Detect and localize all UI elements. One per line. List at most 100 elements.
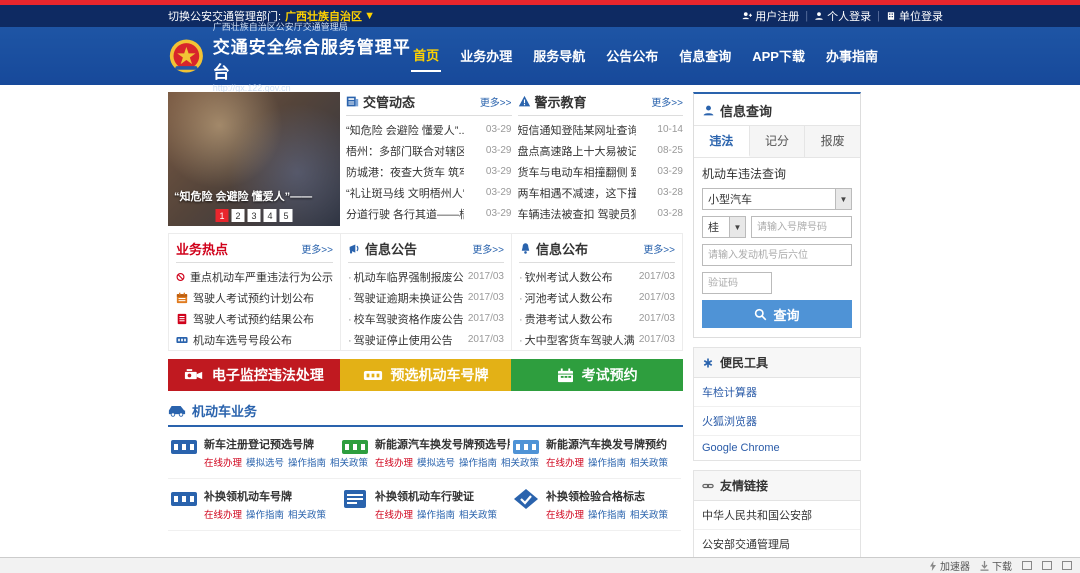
service-link[interactable]: 操作指南: [588, 455, 626, 469]
hotspot-item[interactable]: 驾驶人考试预约计划公布: [176, 287, 333, 308]
personal-login-link[interactable]: 个人登录: [814, 8, 871, 24]
calendar-icon: [557, 368, 574, 383]
captcha-input[interactable]: [702, 272, 772, 294]
hotspot-item[interactable]: 机动车选号号段公布: [176, 329, 333, 350]
friendly-link[interactable]: 公安部交通管理局: [694, 530, 860, 559]
service-link[interactable]: 操作指南: [588, 507, 626, 521]
refresh-icon[interactable]: [1062, 561, 1072, 570]
service-link[interactable]: 在线办理: [546, 455, 584, 469]
service-link[interactable]: 相关政策: [459, 507, 497, 521]
announcement-item[interactable]: ·贵港考试人数公布2017/03: [519, 308, 675, 329]
notice-item[interactable]: ·校车驾驶资格作废公告2017/03: [348, 308, 504, 329]
service-newenergy-preselect-plate[interactable]: 新能源汽车换发号牌预选号牌 在线办理 模拟选号 操作指南 相关政策: [339, 427, 510, 479]
service-link[interactable]: 模拟选号: [246, 455, 284, 469]
carousel-page-1[interactable]: 1: [216, 209, 229, 222]
announcement-item[interactable]: ·大中型客货车驾驶人满分公布2017/03: [519, 329, 675, 350]
building-icon: [886, 11, 896, 21]
service-replace-plate[interactable]: 补换领机动车号牌 在线办理 操作指南 相关政策: [168, 479, 339, 531]
nav-announcements[interactable]: 公告公布: [604, 42, 660, 71]
banner-exam-appointment[interactable]: 考试预约: [511, 359, 683, 391]
service-replace-inspection-mark[interactable]: 补换领检验合格标志 在线办理 操作指南 相关政策: [510, 479, 681, 531]
service-link[interactable]: 在线办理: [546, 507, 584, 521]
more-link[interactable]: 更多>>: [643, 241, 675, 256]
tool-link[interactable]: Google Chrome: [694, 436, 860, 460]
service-link[interactable]: 操作指南: [459, 455, 497, 469]
engine-number-input[interactable]: [702, 244, 852, 266]
user-register-link[interactable]: 用户注册: [742, 8, 799, 24]
service-link[interactable]: 操作指南: [288, 455, 326, 469]
more-link[interactable]: 更多>>: [480, 94, 512, 109]
query-submit-button[interactable]: 查询: [702, 300, 852, 328]
news-item[interactable]: 梧州：多部门联合对辖区幼...03-29: [346, 140, 512, 161]
news-item[interactable]: 车辆违法被查扣 驾驶员犯糊...03-28: [518, 203, 684, 224]
nav-info-query[interactable]: 信息查询: [677, 42, 733, 71]
service-title: 新车注册登记预选号牌: [204, 436, 339, 452]
nav-service-guide[interactable]: 服务导航: [531, 42, 587, 71]
service-link[interactable]: 模拟选号: [417, 455, 455, 469]
banner-preselect-plate[interactable]: 预选机动车号牌: [340, 359, 512, 391]
service-link[interactable]: 操作指南: [417, 507, 455, 521]
sidebar: 信息查询 违法 记分 报废 机动车违法查询 小型汽车 ▼ 桂: [693, 92, 861, 573]
more-link[interactable]: 更多>>: [301, 241, 333, 256]
carousel[interactable]: “知危险 会避险 懂爱人”—— 1 2 3 4 5: [168, 92, 340, 226]
banner-electronic-monitoring[interactable]: 电子监控违法处理: [168, 359, 340, 391]
nav-app-download[interactable]: APP下载: [750, 42, 807, 71]
hotspot-item[interactable]: 重点机动车严重违法行为公示: [176, 266, 333, 287]
province-select[interactable]: 桂 ▼: [702, 216, 746, 238]
news-item[interactable]: 货车与电动车相撞翻侧 致...03-29: [518, 161, 684, 182]
news-item[interactable]: 分道行驶 各行其道——梧州...03-29: [346, 203, 512, 224]
brand[interactable]: 广西壮族自治区公安厅交通管理局 交通安全综合服务管理平台 http://gx.1…: [168, 20, 411, 93]
carousel-page-5[interactable]: 5: [280, 209, 293, 222]
announcement-item[interactable]: ·钦州考试人数公布2017/03: [519, 266, 675, 287]
carousel-page-3[interactable]: 3: [248, 209, 261, 222]
screenshot-icon[interactable]: [1042, 561, 1052, 570]
unit-login-link[interactable]: 单位登录: [886, 8, 943, 24]
service-link[interactable]: 相关政策: [630, 507, 668, 521]
service-link[interactable]: 在线办理: [375, 455, 413, 469]
news-item[interactable]: “礼让斑马线 文明梧州人”...03-29: [346, 182, 512, 203]
person-icon: [814, 11, 824, 21]
nav-home[interactable]: 首页: [411, 41, 441, 72]
service-link[interactable]: 相关政策: [630, 455, 668, 469]
vehicle-type-select[interactable]: 小型汽车 ▼: [702, 188, 852, 210]
service-link[interactable]: 在线办理: [204, 455, 242, 469]
news-item[interactable]: 两车相遇不减速，这下撞得...03-28: [518, 182, 684, 203]
plate-number-input[interactable]: [751, 216, 852, 238]
window-panel-icon[interactable]: [1022, 561, 1032, 570]
notice-item[interactable]: ·驾驶证停止使用公告2017/03: [348, 329, 504, 350]
tab-violation[interactable]: 违法: [694, 126, 750, 157]
news-item[interactable]: 防城港：夜查大货车 筑牢“...03-29: [346, 161, 512, 182]
query-tabs: 违法 记分 报废: [694, 125, 860, 158]
service-link[interactable]: 操作指南: [246, 507, 284, 521]
news-item[interactable]: 短信通知登陆某网址查询违...10-14: [518, 119, 684, 140]
notice-item[interactable]: ·驾驶证逾期未换证公告2017/03: [348, 287, 504, 308]
news-item[interactable]: “知危险 会避险 懂爱人”...03-29: [346, 119, 512, 140]
newspaper-icon: [346, 95, 359, 108]
service-link[interactable]: 在线办理: [204, 507, 242, 521]
carousel-page-4[interactable]: 4: [264, 209, 277, 222]
service-title: 新能源汽车换发号牌预选号牌: [375, 436, 510, 452]
tool-link[interactable]: 火狐浏览器: [694, 407, 860, 436]
tool-link[interactable]: 车检计算器: [694, 378, 860, 407]
accelerator-button[interactable]: 加速器: [929, 558, 970, 573]
notice-item[interactable]: ·机动车临界强制报废公告2017/03: [348, 266, 504, 287]
more-link[interactable]: 更多>>: [651, 94, 683, 109]
tab-scrap[interactable]: 报废: [805, 126, 860, 157]
friendly-link[interactable]: 中华人民共和国公安部: [694, 501, 860, 530]
service-new-car-plate[interactable]: 新车注册登记预选号牌 在线办理 模拟选号 操作指南 相关政策: [168, 427, 339, 479]
service-link[interactable]: 在线办理: [375, 507, 413, 521]
carousel-page-2[interactable]: 2: [232, 209, 245, 222]
tab-points[interactable]: 记分: [750, 126, 806, 157]
more-link[interactable]: 更多>>: [472, 241, 504, 256]
hotspot-item[interactable]: 驾驶人考试预约结果公布: [176, 308, 333, 329]
download-button[interactable]: 下载: [980, 558, 1012, 573]
announcement-item[interactable]: ·河池考试人数公布2017/03: [519, 287, 675, 308]
service-newenergy-plate-appointment[interactable]: 新能源汽车换发号牌预约 在线办理 操作指南 相关政策: [510, 427, 681, 479]
service-replace-vehicle-license[interactable]: 补换领机动车行驶证 在线办理 操作指南 相关政策: [339, 479, 510, 531]
nav-handling-guide[interactable]: 办事指南: [824, 42, 880, 71]
nav-business[interactable]: 业务办理: [458, 42, 514, 71]
service-title: 补换领机动车号牌: [204, 488, 326, 504]
news-item[interactable]: 盘点高速路上十大易被记分...08-25: [518, 140, 684, 161]
vehicle-license-icon: [341, 488, 369, 510]
service-link[interactable]: 相关政策: [288, 507, 326, 521]
